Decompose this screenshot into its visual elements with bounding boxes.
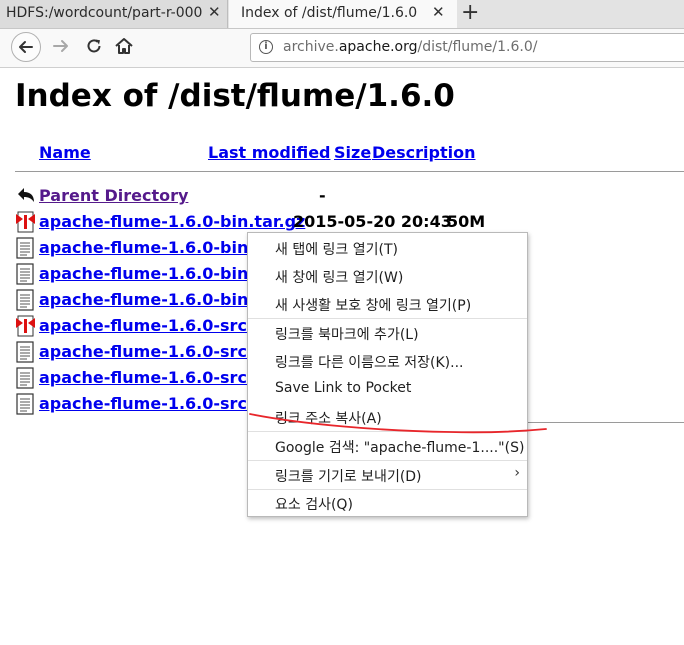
reload-icon[interactable] bbox=[83, 35, 105, 57]
url-bar[interactable]: i archive.apache.org/dist/flume/1.6.0/ bbox=[250, 33, 684, 62]
menu-item-open-new-window[interactable]: 새 창에 링크 열기(W) bbox=[248, 262, 527, 290]
menu-item-send-to-device[interactable]: 링크를 기기로 보내기(D) › bbox=[248, 461, 527, 489]
menu-item-label: 새 탭에 링크 열기(T) bbox=[275, 242, 398, 258]
file-link[interactable]: Parent Directory bbox=[39, 186, 188, 205]
close-tab-icon[interactable]: ✕ bbox=[208, 3, 221, 21]
text-file-icon bbox=[16, 341, 34, 363]
file-size: - bbox=[319, 186, 326, 205]
column-header-name[interactable]: Name bbox=[39, 143, 91, 162]
tab-index-flume[interactable]: Index of /dist/flume/1.6.0 ✕ bbox=[229, 0, 457, 28]
navigation-bar: i archive.apache.org/dist/flume/1.6.0/ bbox=[0, 29, 684, 68]
column-header-size[interactable]: Size bbox=[334, 143, 371, 162]
menu-item-label: Google 검색: "apache-flume-1...."(S) bbox=[275, 440, 525, 456]
file-link[interactable]: apache-flume-1.6.0-bin.tar bbox=[39, 238, 281, 257]
context-menu: 새 탭에 링크 열기(T) 새 창에 링크 열기(W) 새 사생활 보호 창에 … bbox=[247, 232, 528, 517]
back-button[interactable] bbox=[11, 32, 41, 62]
url-domain: apache.org bbox=[338, 39, 418, 55]
menu-item-save-to-pocket[interactable]: Save Link to Pocket bbox=[248, 375, 527, 403]
back-arrow-icon bbox=[19, 41, 33, 53]
column-header-description[interactable]: Description bbox=[372, 143, 475, 162]
divider bbox=[15, 171, 684, 172]
tab-title: HDFS:/wordcount/part-r-000 bbox=[6, 5, 202, 21]
back-folder-icon bbox=[18, 188, 34, 202]
menu-item-label: 링크를 다른 이름으로 저장(K)... bbox=[275, 355, 464, 371]
column-header-last-modified[interactable]: Last modified bbox=[208, 143, 331, 162]
text-file-icon bbox=[16, 263, 34, 285]
home-icon[interactable] bbox=[113, 35, 135, 57]
url-path: /dist/flume/1.6.0/ bbox=[417, 39, 538, 55]
menu-item-copy-link[interactable]: 링크 주소 복사(A) bbox=[248, 403, 527, 431]
menu-item-label: 새 사생활 보호 창에 링크 열기(P) bbox=[275, 298, 472, 314]
menu-item-label: 새 창에 링크 열기(W) bbox=[275, 270, 404, 286]
text-file-icon bbox=[16, 393, 34, 415]
menu-item-label: Save Link to Pocket bbox=[275, 380, 412, 396]
menu-item-save-link-as[interactable]: 링크를 다른 이름으로 저장(K)... bbox=[248, 347, 527, 375]
menu-item-label: 링크를 기기로 보내기(D) bbox=[275, 469, 422, 485]
menu-item-open-private-window[interactable]: 새 사생활 보호 창에 링크 열기(P) bbox=[248, 290, 527, 318]
menu-item-google-search[interactable]: Google 검색: "apache-flume-1...."(S) bbox=[248, 432, 527, 460]
file-link[interactable]: apache-flume-1.6.0-bin.tar bbox=[39, 290, 281, 309]
menu-item-label: 링크 주소 복사(A) bbox=[275, 411, 382, 427]
tab-hdfs[interactable]: HDFS:/wordcount/part-r-000 ✕ bbox=[0, 0, 228, 28]
file-size: 50M bbox=[447, 212, 486, 231]
page-title: Index of /dist/flume/1.6.0 bbox=[15, 78, 455, 114]
text-file-icon bbox=[16, 237, 34, 259]
menu-item-open-new-tab[interactable]: 새 탭에 링크 열기(T) bbox=[248, 234, 527, 262]
file-link[interactable]: apache-flume-1.6.0-bin.tar.gz bbox=[39, 212, 305, 231]
url-text[interactable]: archive.apache.org/dist/flume/1.6.0/ bbox=[283, 39, 537, 55]
menu-item-label: 링크를 북마크에 추가(L) bbox=[275, 327, 419, 343]
forward-arrow-icon[interactable] bbox=[50, 35, 72, 57]
file-link[interactable]: apache-flume-1.6.0-bin.tar bbox=[39, 264, 281, 283]
text-file-icon bbox=[16, 367, 34, 389]
url-prefix: archive. bbox=[283, 39, 339, 55]
tab-title: Index of /dist/flume/1.6.0 bbox=[241, 5, 418, 21]
menu-item-bookmark-link[interactable]: 링크를 북마크에 추가(L) bbox=[248, 319, 527, 347]
text-file-icon bbox=[16, 289, 34, 311]
divider bbox=[527, 422, 684, 423]
menu-item-inspect-element[interactable]: 요소 검사(Q) bbox=[248, 489, 527, 517]
info-icon[interactable]: i bbox=[259, 40, 273, 54]
archive-icon bbox=[16, 211, 35, 233]
menu-item-label: 요소 검사(Q) bbox=[275, 497, 353, 513]
last-modified: 2015-05-20 20:43 bbox=[293, 212, 452, 231]
close-tab-icon[interactable]: ✕ bbox=[432, 3, 445, 21]
new-tab-button[interactable]: + bbox=[461, 0, 479, 26]
chevron-right-icon: › bbox=[514, 465, 520, 481]
tab-strip: HDFS:/wordcount/part-r-000 ✕ Index of /d… bbox=[0, 0, 684, 29]
archive-icon bbox=[16, 315, 35, 337]
